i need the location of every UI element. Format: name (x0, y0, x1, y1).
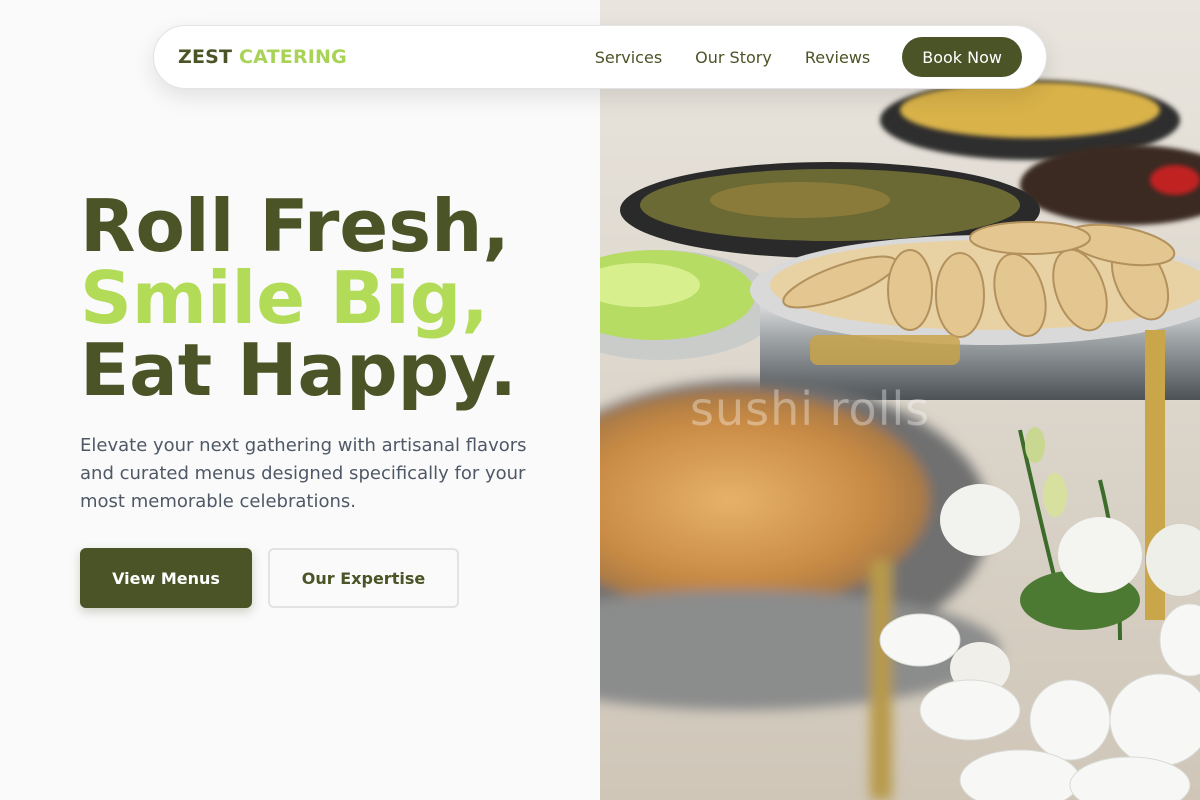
hero-headline: Roll Fresh, Smile Big, Eat Happy. (80, 190, 517, 406)
buffet-illustration (600, 0, 1200, 800)
book-now-button[interactable]: Book Now (902, 37, 1022, 77)
hero-description: Elevate your next gathering with artisan… (80, 435, 527, 512)
nav-links: Services Our Story Reviews Book Now (595, 37, 1022, 77)
view-menus-button[interactable]: View Menus (80, 548, 252, 608)
nav-link-services[interactable]: Services (595, 48, 662, 67)
nav-link-reviews[interactable]: Reviews (805, 48, 870, 67)
headline-line-1: Roll Fresh, (80, 184, 510, 268)
catering-buffet-photo (600, 0, 1200, 800)
brand-name-part2: CATERING (239, 46, 347, 68)
headline-line-3: Eat Happy. (80, 328, 517, 412)
brand-logo[interactable]: ZEST CATERING (178, 46, 347, 68)
nav-link-our-story[interactable]: Our Story (695, 48, 772, 67)
top-navbar: ZEST CATERING Services Our Story Reviews… (153, 25, 1047, 89)
headline-line-2: Smile Big, (80, 256, 489, 340)
brand-name-part1: ZEST (178, 46, 233, 68)
our-expertise-button[interactable]: Our Expertise (268, 548, 459, 608)
